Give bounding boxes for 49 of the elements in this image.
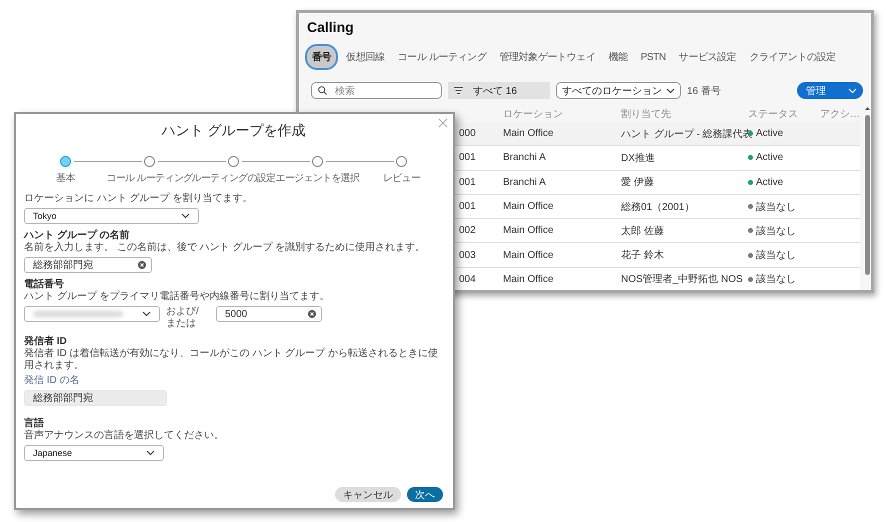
step-label: 基本 — [56, 172, 75, 185]
step-label: レビュー — [382, 172, 420, 185]
table-cell-text: 004 — [459, 274, 477, 285]
table-cell-text: 001 — [459, 201, 477, 212]
table-cell-text: NOS管理者_中野拓也 NOS — [621, 272, 744, 286]
status-text: Active — [756, 176, 784, 188]
table-cell-text: Main Office — [503, 225, 554, 236]
table-cell-text: 総務01（2001） — [621, 200, 696, 214]
table-cell-text: 002 — [459, 225, 477, 236]
table-cell-text: 001 — [459, 152, 477, 164]
field-label: 言語 — [24, 418, 45, 430]
step-label: コール ルーティング — [106, 172, 192, 185]
table-cell-text: Branchi A — [503, 176, 547, 188]
number-count: 16 番号 — [687, 84, 721, 98]
field-label: 電話番号 — [24, 279, 65, 291]
table-cell-text: Main Office — [503, 201, 554, 212]
table-cell-text: DX推進 — [621, 152, 656, 165]
status-text: Active — [756, 128, 784, 140]
page-title: Calling — [306, 19, 355, 35]
column-header: ステータス — [748, 108, 799, 120]
dialog-title: ハント グループを作成 — [160, 122, 306, 140]
column-header: ロケーション — [503, 108, 564, 120]
field-label: 発信 ID の名 — [24, 375, 81, 387]
table-cell-text: Main Office — [503, 274, 554, 285]
column-header: 割り当て先 — [621, 108, 672, 120]
field-description: 発信者 ID は着信転送が有効になり、コールがこの ハント グループ から転送されるときに使用されます。 — [24, 348, 439, 372]
field-description: ハント グループ をプライマリ電話番号や内線番号に割り当てます。 — [24, 291, 331, 303]
status-text: Active — [756, 152, 784, 164]
field-description: ロケーションに ハント グループ を割り当てます。 — [24, 193, 254, 205]
status-text: 該当なし — [756, 272, 796, 286]
table-cell-text: 太郎 佐藤 — [621, 224, 665, 238]
field-label: 発信者 ID — [24, 336, 68, 348]
step-label: ルーティングの設定 — [192, 172, 276, 185]
field-label: ハント グループ の名前 — [24, 230, 131, 242]
table-cell-text: 001 — [459, 176, 477, 188]
column-header: アクシ… — [820, 108, 860, 120]
table-cell-text: 003 — [459, 250, 477, 261]
table-cell-text: 000 — [459, 128, 477, 140]
filter-label: すべて 16 — [473, 84, 517, 98]
table-cell-text: Main Office — [503, 128, 554, 140]
connector-text: および/ または — [166, 306, 200, 330]
field-description: 音声アナウンスの言語を選択してください。 — [24, 430, 225, 442]
table-cell-text: 花子 鈴木 — [621, 248, 665, 262]
status-text: 該当なし — [756, 200, 796, 214]
table-cell-text: Branchi A — [503, 152, 547, 164]
table-cell-text: 愛 伊藤 — [621, 176, 655, 190]
table-cell-text: Main Office — [503, 250, 554, 261]
status-text: 該当なし — [756, 248, 796, 262]
status-text: 該当なし — [756, 224, 796, 238]
